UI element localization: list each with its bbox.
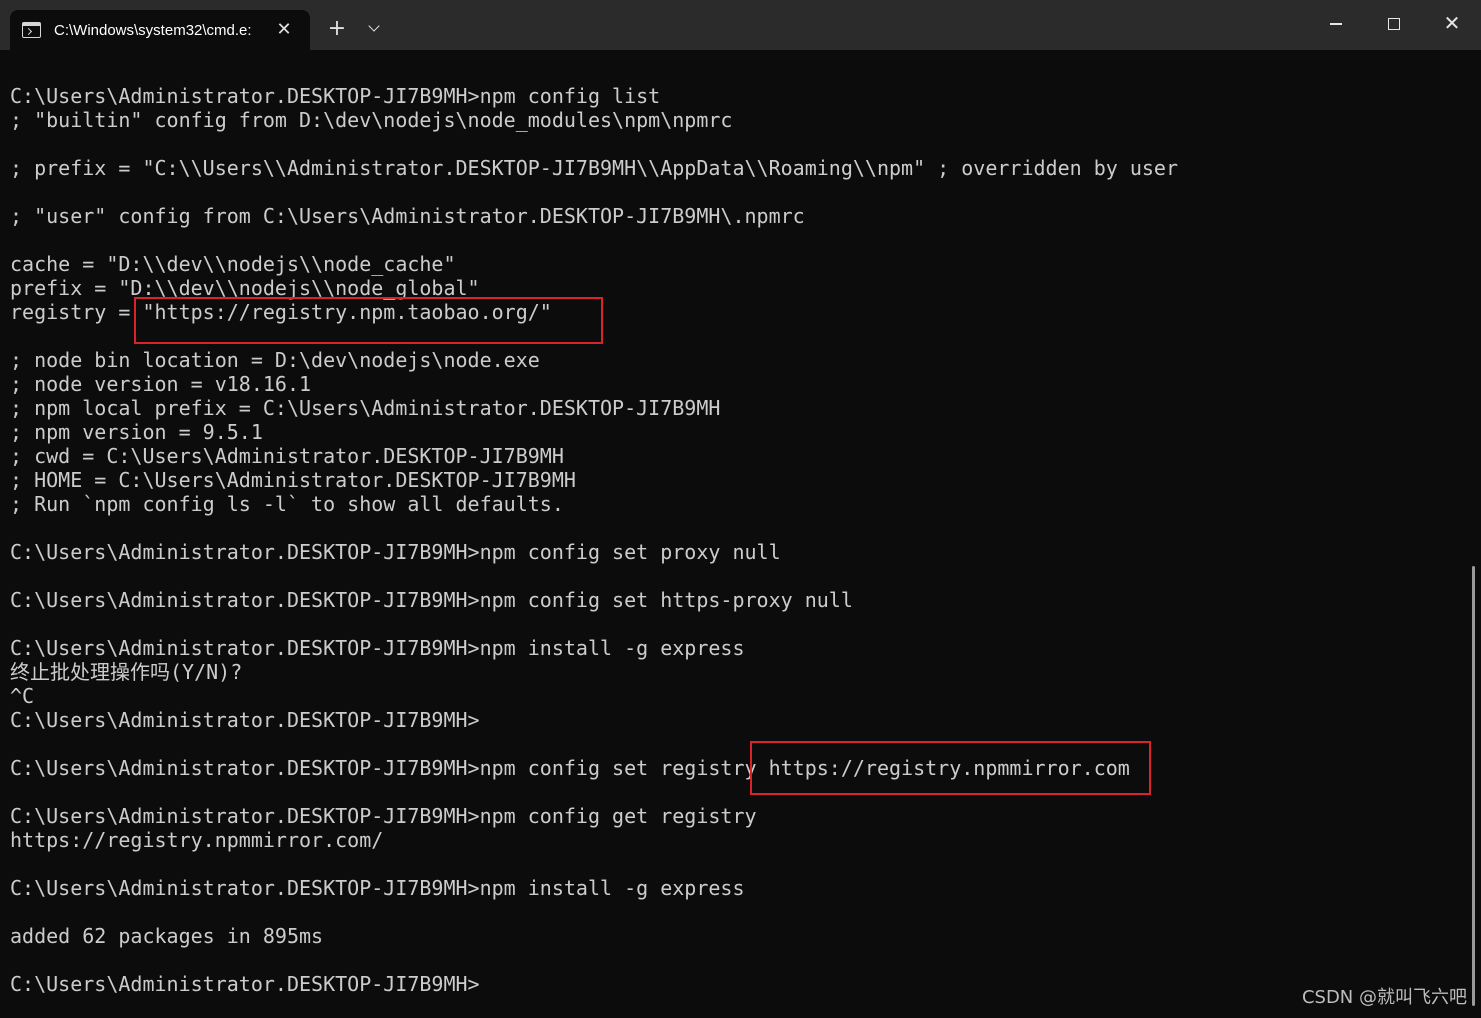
maximize-button[interactable] (1365, 0, 1423, 48)
vertical-scrollbar[interactable] (1472, 566, 1475, 1006)
new-tab-button[interactable]: + (322, 14, 352, 44)
tab-title: C:\Windows\system32\cmd.e: (54, 22, 252, 39)
terminal-line: C:\Users\Administrator.DESKTOP-JI7B9MH>n… (10, 636, 745, 660)
title-bar[interactable]: C:\Windows\system32\cmd.e: ✕ + ✕ (0, 0, 1481, 50)
terminal-line: ; npm local prefix = C:\Users\Administra… (10, 396, 721, 420)
terminal-line: cache = "D:\\dev\\nodejs\\node_cache" (10, 252, 456, 276)
close-icon: ✕ (1443, 11, 1461, 35)
terminal-line: C:\Users\Administrator.DESKTOP-JI7B9MH> (10, 708, 480, 732)
terminal-line: 终止批处理操作吗(Y/N)? (10, 660, 243, 684)
terminal-line: C:\Users\Administrator.DESKTOP-JI7B9MH>n… (10, 588, 853, 612)
close-window-button[interactable]: ✕ (1423, 0, 1481, 48)
terminal-line: registry = "https://registry.npm.taobao.… (10, 300, 552, 324)
terminal-line: ; HOME = C:\Users\Administrator.DESKTOP-… (10, 468, 576, 492)
terminal-line: ; "builtin" config from D:\dev\nodejs\no… (10, 108, 733, 132)
terminal-line: ; "user" config from C:\Users\Administra… (10, 204, 805, 228)
minimize-button[interactable] (1307, 0, 1365, 48)
watermark: CSDN @就叫飞六吧 (1301, 987, 1467, 1008)
terminal-line: ; node bin location = D:\dev\nodejs\node… (10, 348, 540, 372)
terminal-line: C:\Users\Administrator.DESKTOP-JI7B9MH>n… (10, 804, 757, 828)
tab-cmd[interactable]: C:\Windows\system32\cmd.e: ✕ (10, 10, 310, 50)
terminal-line: ; Run `npm config ls -l` to show all def… (10, 492, 564, 516)
tab-dropdown-button[interactable] (360, 14, 390, 44)
terminal-line: C:\Users\Administrator.DESKTOP-JI7B9MH>n… (10, 876, 745, 900)
terminal-line: ; npm version = 9.5.1 (10, 420, 263, 444)
terminal-line: ^C (10, 684, 35, 708)
terminal-line: C:\Users\Administrator.DESKTOP-JI7B9MH>n… (10, 84, 661, 108)
terminal-line: ; cwd = C:\Users\Administrator.DESKTOP-J… (10, 444, 564, 468)
terminal-line: ; node version = v18.16.1 (10, 372, 312, 396)
terminal-line: prefix = "D:\\dev\\nodejs\\node_global" (10, 276, 480, 300)
terminal-line: https://registry.npmmirror.com/ (10, 828, 384, 852)
terminal-output[interactable]: C:\Users\Administrator.DESKTOP-JI7B9MH>n… (10, 84, 1460, 1008)
terminal-icon (22, 22, 41, 38)
chevron-down-icon (368, 20, 380, 32)
terminal-window: C:\Windows\system32\cmd.e: ✕ + ✕ C:\User… (0, 0, 1481, 1018)
minimize-icon (1330, 23, 1342, 25)
terminal-line: added 62 packages in 895ms (10, 924, 324, 948)
maximize-icon (1388, 18, 1400, 30)
terminal-line: ; prefix = "C:\\Users\\Administrator.DES… (10, 156, 1178, 180)
terminal-line: C:\Users\Administrator.DESKTOP-JI7B9MH>n… (10, 540, 781, 564)
terminal-line: C:\Users\Administrator.DESKTOP-JI7B9MH>n… (10, 756, 1130, 780)
close-tab-icon[interactable]: ✕ (272, 18, 296, 42)
terminal-line: C:\Users\Administrator.DESKTOP-JI7B9MH> (10, 972, 480, 996)
